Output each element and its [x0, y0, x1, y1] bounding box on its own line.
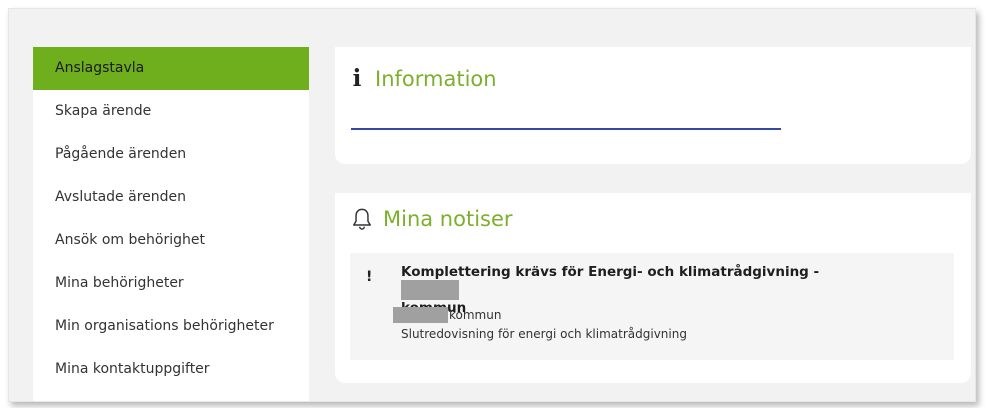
sidebar-item-pagaende-arenden[interactable]: Pågående ärenden	[33, 133, 309, 176]
redacted-municipality	[401, 280, 459, 300]
sidebar-item-min-organisations-behorigheter[interactable]: Min organisations behörigheter	[33, 305, 309, 348]
info-icon: i	[352, 65, 362, 92]
information-title: Information	[375, 66, 497, 91]
bell-icon	[353, 208, 371, 230]
information-heading: i Information	[351, 65, 497, 92]
app-frame: Anslagstavla Skapa ärende Pågående ärend…	[8, 8, 976, 402]
notice-item[interactable]: ! Komplettering krävs för Energi- och kl…	[350, 253, 954, 360]
redacted-organization	[393, 307, 448, 323]
information-card: i Information	[335, 47, 971, 164]
sidebar-item-skapa-arende[interactable]: Skapa ärende	[33, 90, 309, 133]
sidebar-item-mina-kontaktuppgifter[interactable]: Mina kontaktuppgifter	[33, 348, 309, 391]
information-divider	[351, 128, 781, 130]
sidebar-item-ansok-om-behorighet[interactable]: Ansök om behörighet	[33, 219, 309, 262]
notices-card: Mina notiser ! Komplettering krävs för E…	[335, 193, 971, 383]
notice-organization: kommun	[393, 307, 501, 323]
notice-organization-suffix: kommun	[449, 308, 502, 322]
notice-subtitle: Slutredovisning för energi och klimatråd…	[401, 327, 687, 341]
sidebar-item-mina-behorigheter[interactable]: Mina behörigheter	[33, 262, 309, 305]
notice-title-text: Komplettering krävs för Energi- och klim…	[401, 264, 820, 280]
notices-title: Mina notiser	[383, 207, 513, 231]
exclamation-icon: !	[366, 269, 373, 285]
sidebar-item-avslutade-arenden[interactable]: Avslutade ärenden	[33, 176, 309, 219]
sidebar-item-anslagstavla[interactable]: Anslagstavla	[33, 47, 309, 90]
sidebar-nav: Anslagstavla Skapa ärende Pågående ärend…	[33, 47, 309, 401]
notices-heading: Mina notiser	[351, 207, 513, 231]
